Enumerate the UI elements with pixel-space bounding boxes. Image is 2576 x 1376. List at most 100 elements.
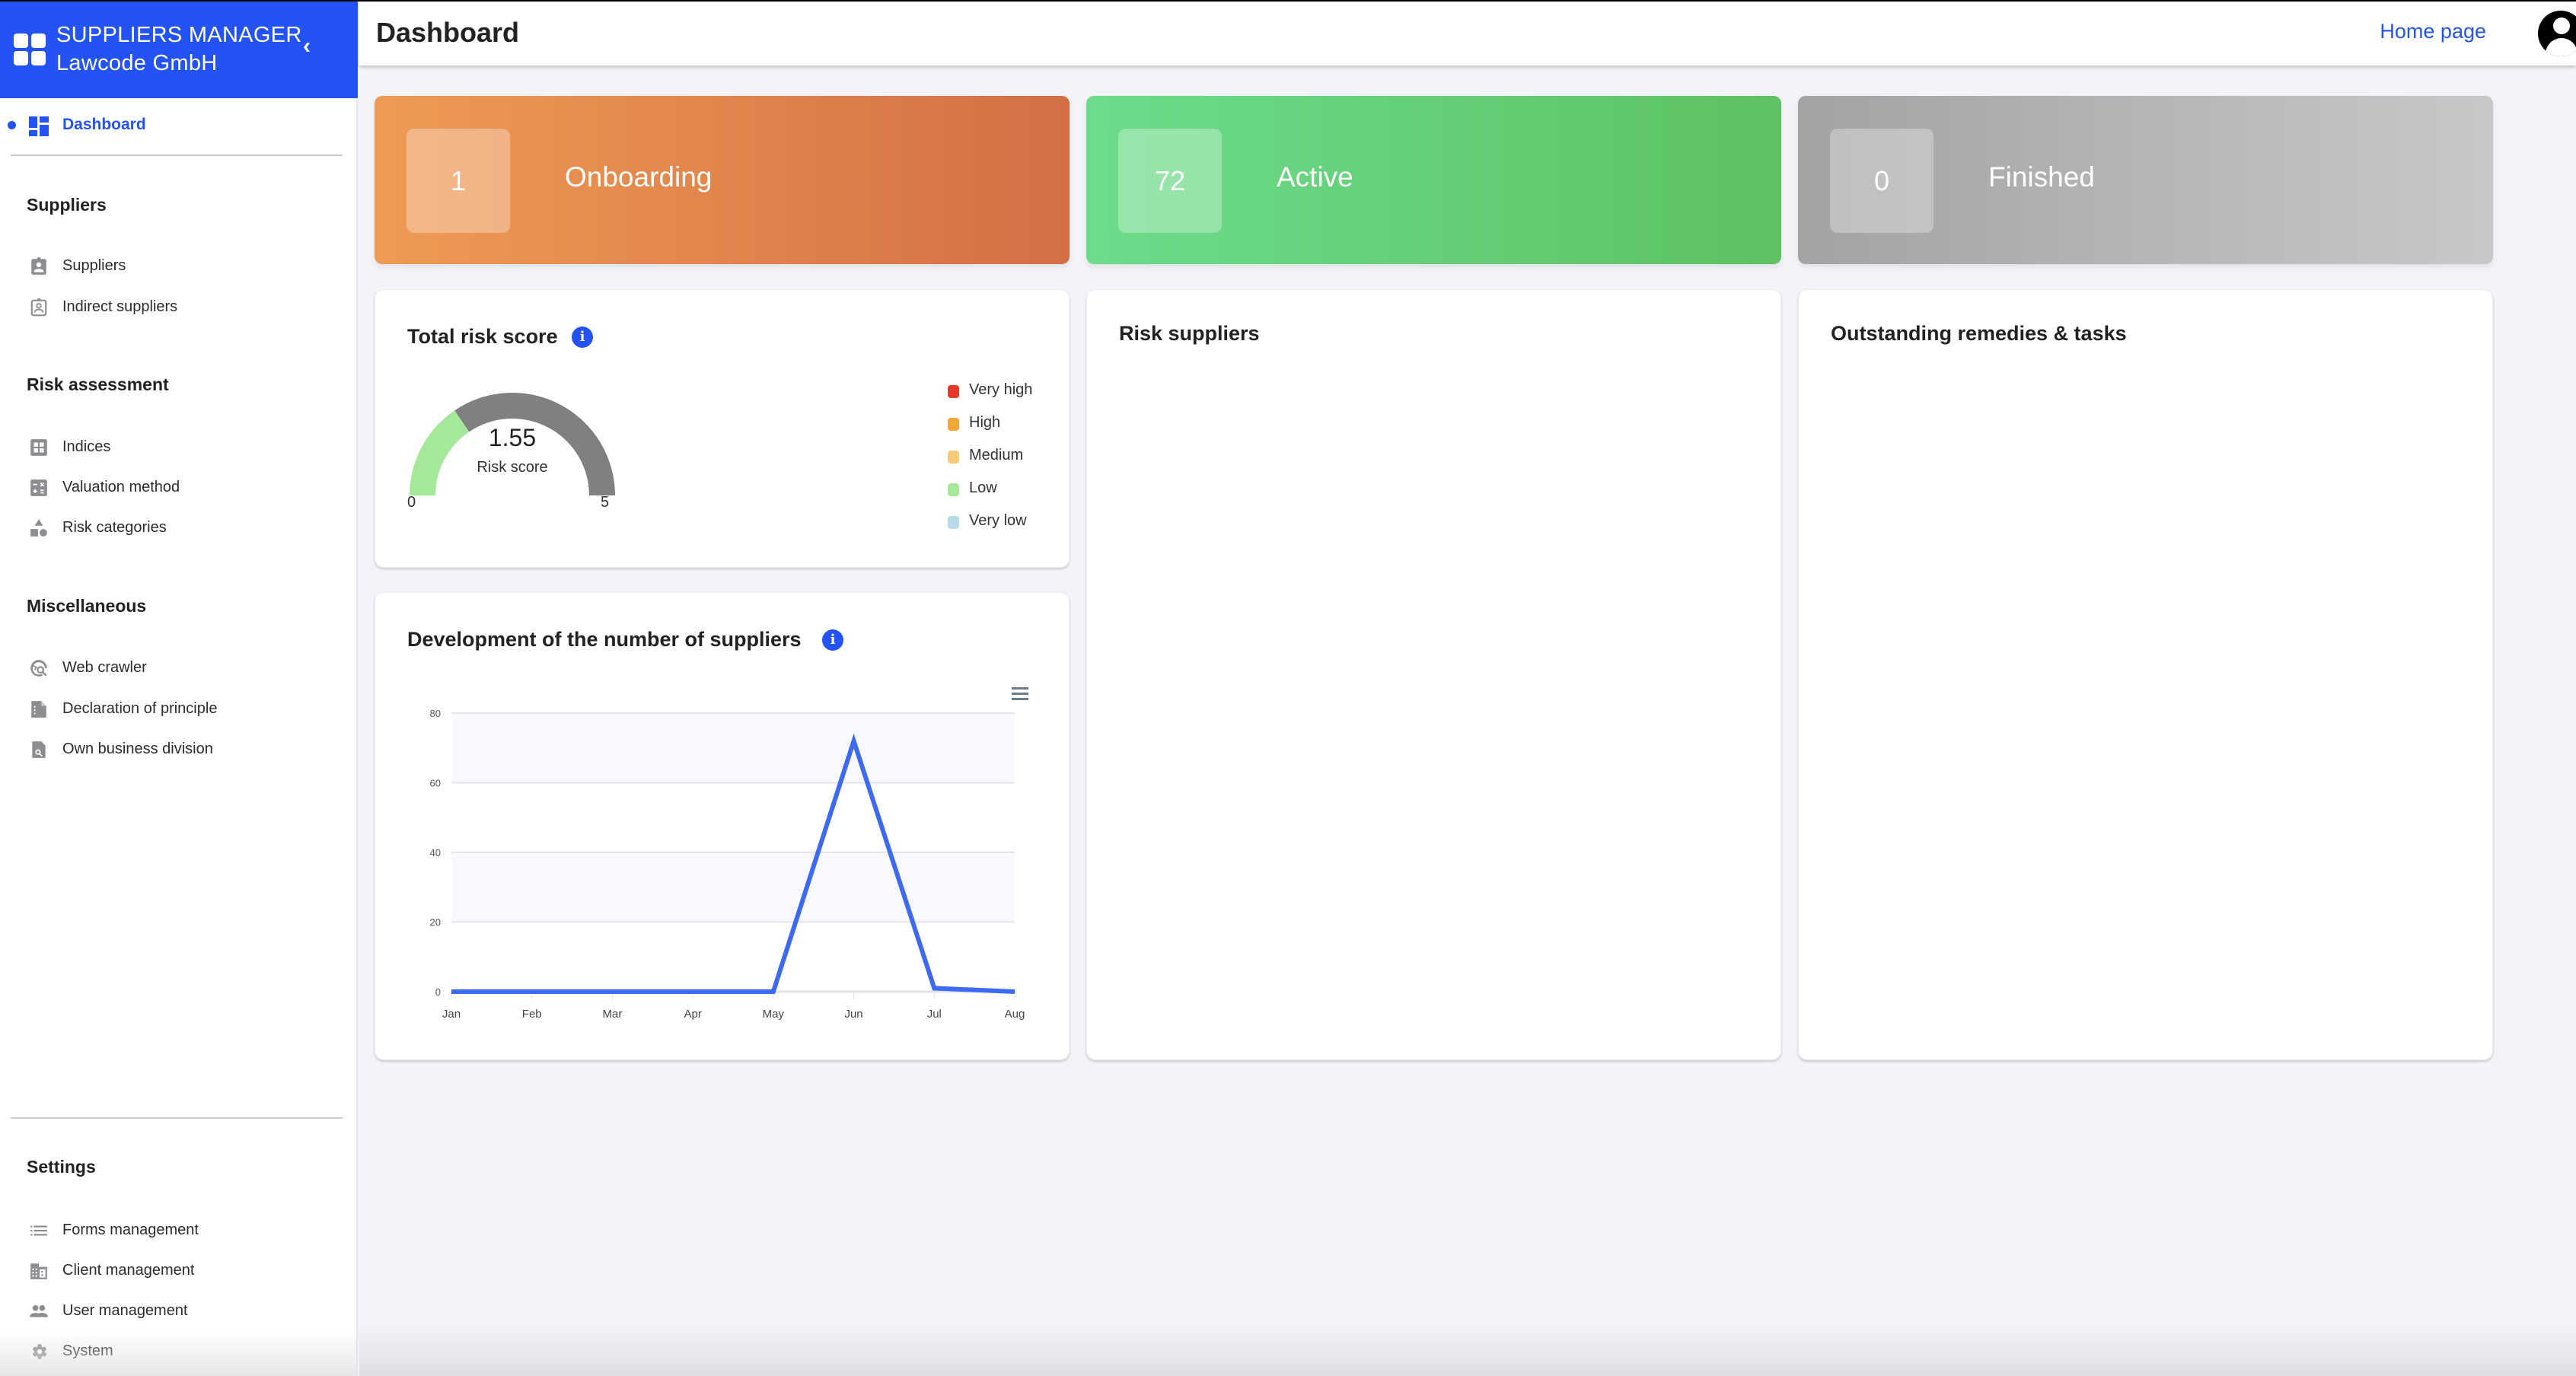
- legend-swatch: [948, 483, 959, 496]
- line-chart: 0 20 40 60 80 Jan Feb Mar Apr May Jun Jul Aug: [430, 708, 1025, 1021]
- sidebar-item-valuation-method[interactable]: Valuation method: [0, 473, 358, 503]
- sidebar-item-label: Own business division: [62, 741, 213, 757]
- category-icon: [29, 518, 49, 538]
- gauge-min-label: 0: [407, 494, 416, 511]
- brand-title: SUPPLIERS MANAGER Lawcode GmbH: [56, 21, 302, 78]
- sidebar-item-label: Suppliers: [62, 257, 126, 274]
- section-title-suppliers: Suppliers: [27, 195, 107, 215]
- x-tick-label: Apr: [684, 1008, 701, 1021]
- sidebar-item-label: User management: [62, 1302, 188, 1319]
- top-header: Dashboard Home page: [359, 2, 2576, 65]
- grid-icon: [29, 438, 49, 457]
- stat-count: 1: [406, 129, 510, 233]
- top-border: [0, 0, 2576, 2]
- badge-icon: [29, 256, 49, 276]
- sidebar-item-label: Client management: [62, 1262, 195, 1279]
- find-in-page-icon: [29, 740, 49, 760]
- brand-header: SUPPLIERS MANAGER Lawcode GmbH ‹: [0, 0, 358, 98]
- sidebar-item-label: Indirect suppliers: [62, 298, 178, 315]
- sidebar-divider: [11, 1117, 343, 1119]
- legend-swatch: [948, 385, 959, 398]
- sidebar-item-system[interactable]: System: [0, 1336, 358, 1367]
- chevron-left-icon: ‹: [303, 33, 311, 59]
- x-tick-label: Jul: [927, 1008, 942, 1021]
- info-icon[interactable]: i: [572, 326, 593, 348]
- sidebar-item-client-management[interactable]: Client management: [0, 1256, 358, 1286]
- x-tick-label: May: [763, 1008, 785, 1021]
- sidebar-item-label: Indices: [62, 438, 111, 455]
- gear-icon: [29, 1342, 49, 1362]
- sidebar-item-risk-categories[interactable]: Risk categories: [0, 513, 358, 543]
- legend-label: Very low: [969, 512, 1027, 529]
- calculate-icon: [29, 478, 49, 498]
- x-tick-label: Jun: [844, 1008, 862, 1021]
- gauge-caption: Risk score: [477, 459, 548, 476]
- sidebar-item-declaration-of-principle[interactable]: Declaration of principle: [0, 694, 358, 725]
- y-tick-label: 20: [430, 917, 441, 928]
- risk-suppliers-card: Risk suppliers: [1086, 289, 1781, 1060]
- grid-band: [451, 852, 1015, 922]
- legend-label: High: [969, 414, 1001, 431]
- people-icon: [29, 1301, 49, 1321]
- gauge-max-label: 5: [601, 494, 610, 511]
- sidebar-item-label: Web crawler: [62, 659, 147, 676]
- list-icon: [29, 1221, 49, 1241]
- sidebar-item-label: Forms management: [62, 1222, 199, 1238]
- gauge-value: 1.55: [488, 424, 537, 451]
- y-tick-label: 80: [430, 708, 441, 719]
- sidebar-divider: [11, 154, 343, 156]
- sidebar-item-indirect-suppliers[interactable]: Indirect suppliers: [0, 292, 358, 323]
- sidebar-item-label: Dashboard: [62, 116, 146, 133]
- stat-card-onboarding[interactable]: 1 Onboarding: [375, 96, 1070, 264]
- x-tick-label: Mar: [603, 1008, 623, 1021]
- legend-label: Very high: [969, 381, 1033, 398]
- x-tick-label: Jan: [442, 1008, 461, 1021]
- page-title: Dashboard: [376, 17, 520, 48]
- legend-swatch: [948, 418, 959, 431]
- business-icon: [29, 1261, 49, 1281]
- stat-label: Onboarding: [565, 161, 713, 193]
- card-title: Total risk score: [407, 325, 558, 348]
- sidebar-item-indices[interactable]: Indices: [0, 432, 358, 463]
- bottom-fade: [359, 1323, 2576, 1376]
- account-circle-icon[interactable]: [2538, 11, 2576, 56]
- x-tick-label: Feb: [522, 1008, 542, 1021]
- sidebar-item-label: System: [62, 1343, 113, 1359]
- stat-card-active[interactable]: 72 Active: [1086, 96, 1781, 264]
- supplier-development-card: Development of the number of suppliers i…: [375, 592, 1070, 1060]
- stat-label: Active: [1277, 161, 1353, 193]
- sidebar-item-own-business-division[interactable]: Own business division: [0, 734, 358, 765]
- section-title-settings: Settings: [27, 1157, 96, 1177]
- stat-card-finished[interactable]: 0 Finished: [1798, 96, 2493, 264]
- sidebar-item-forms-management[interactable]: Forms management: [0, 1215, 358, 1246]
- sidebar-item-label: Risk categories: [62, 519, 167, 536]
- legend-swatch: [948, 451, 959, 463]
- dashboard-icon: [29, 116, 49, 136]
- gauge-fill: [410, 410, 470, 495]
- legend-label: Low: [969, 479, 997, 496]
- x-tick-label: Aug: [1005, 1008, 1025, 1021]
- sidebar-item-label: Declaration of principle: [62, 700, 218, 717]
- app-title: SUPPLIERS MANAGER: [56, 23, 302, 47]
- sidebar: SUPPLIERS MANAGER Lawcode GmbH ‹ Dashboa…: [0, 0, 358, 1376]
- section-title-miscellaneous: Miscellaneous: [27, 596, 147, 616]
- sidebar-item-web-crawler[interactable]: Web crawler: [0, 653, 358, 683]
- badge-outline-icon: [29, 298, 49, 317]
- outstanding-tasks-card: Outstanding remedies & tasks: [1798, 289, 2493, 1060]
- stat-label: Finished: [1988, 161, 2095, 193]
- active-indicator: [8, 121, 16, 129]
- legend-swatch: [948, 516, 959, 529]
- sidebar-item-user-management[interactable]: User management: [0, 1296, 358, 1327]
- document-icon: [29, 699, 49, 719]
- sidebar-item-suppliers[interactable]: Suppliers: [0, 251, 358, 282]
- stat-count: 0: [1830, 129, 1934, 233]
- collapse-sidebar-button[interactable]: ‹: [303, 33, 311, 59]
- total-risk-score-card: Total risk score i 1.55 Risk score 0 5 V…: [375, 289, 1070, 568]
- home-page-link[interactable]: Home page: [2380, 20, 2486, 43]
- sidebar-item-label: Valuation method: [62, 479, 180, 495]
- sidebar-item-dashboard[interactable]: Dashboard: [0, 111, 358, 140]
- stat-count: 72: [1118, 129, 1222, 233]
- apps-logo-icon: [14, 33, 46, 65]
- travel-explore-icon: [29, 658, 49, 678]
- y-tick-label: 0: [435, 986, 441, 998]
